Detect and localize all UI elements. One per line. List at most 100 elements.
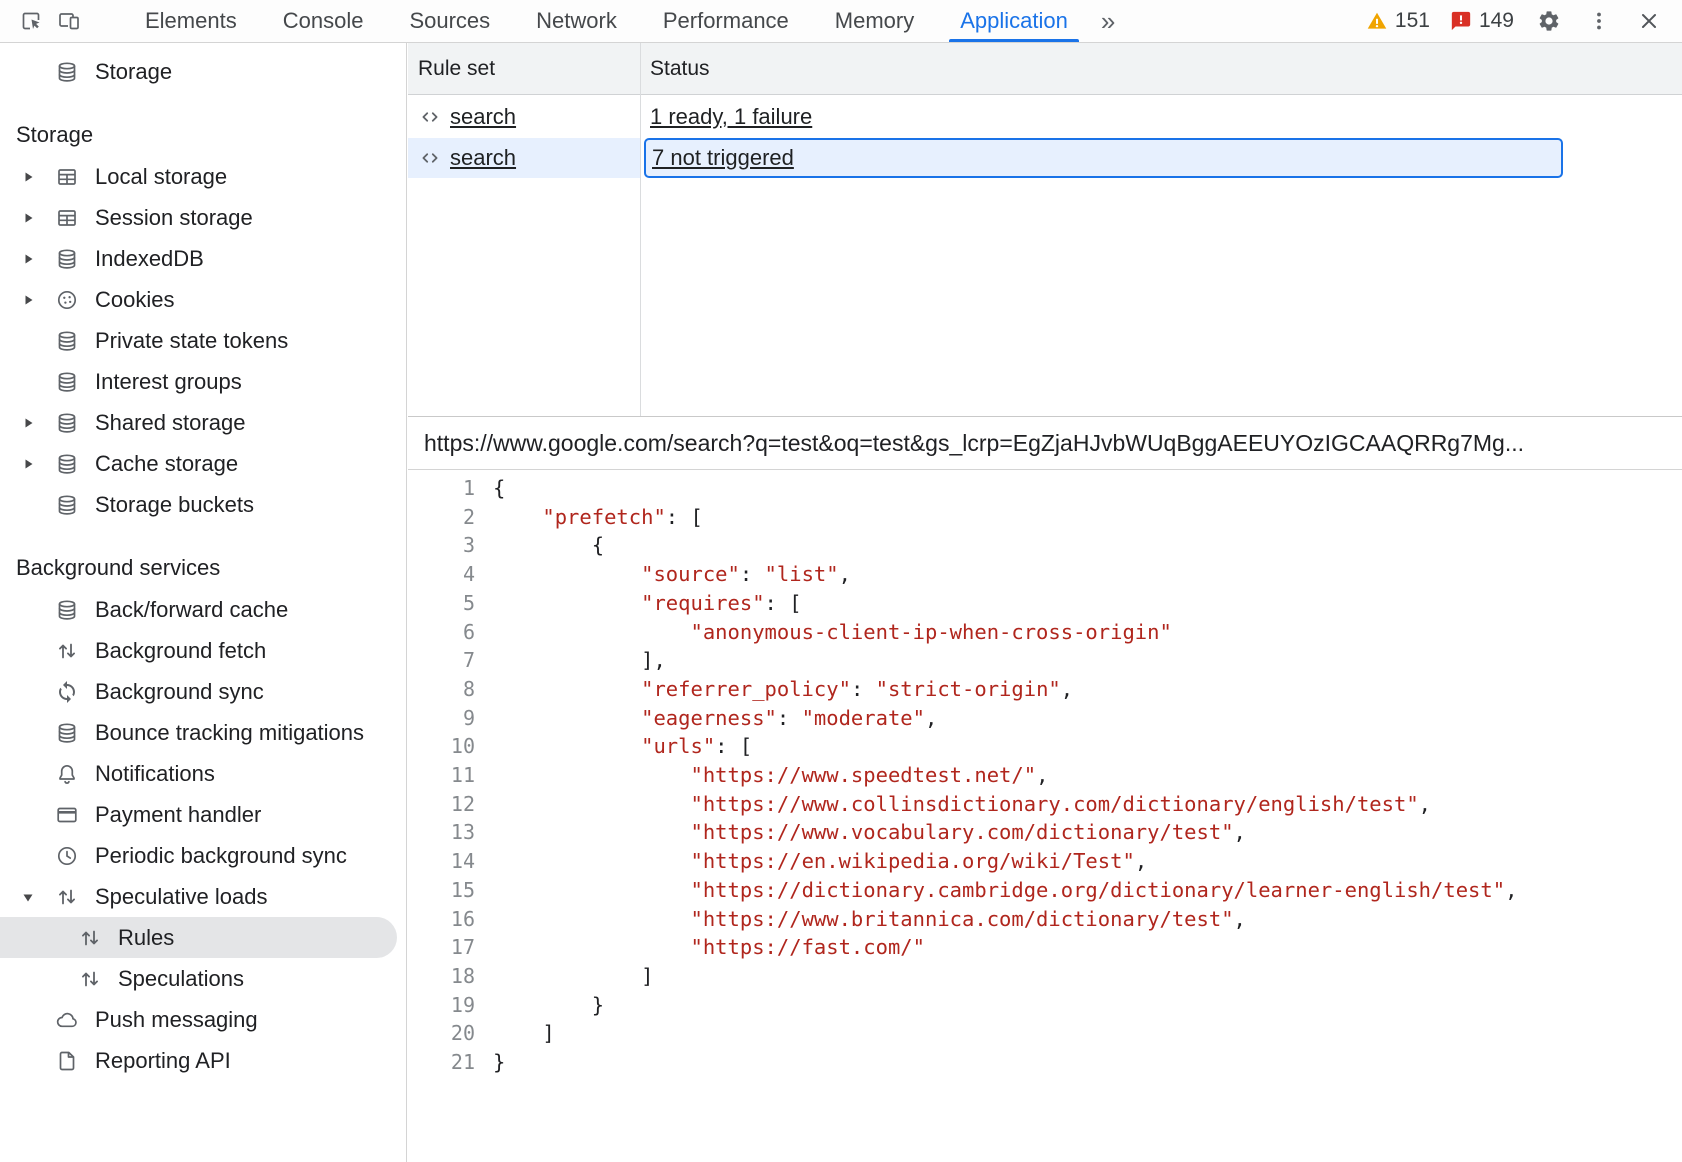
selected-status-cell[interactable]: 7 not triggered — [644, 138, 1563, 178]
table-icon — [55, 206, 79, 230]
database-icon — [55, 598, 79, 622]
code-text: "prefetch": [ — [475, 503, 703, 532]
rule-row[interactable]: search 7 not triggered — [408, 138, 1682, 178]
sidebar-item-payment-handler[interactable]: Payment handler — [0, 794, 406, 835]
sidebar-item-session-storage[interactable]: Session storage — [0, 197, 406, 238]
expander-right-icon[interactable] — [18, 290, 38, 310]
database-icon — [55, 493, 79, 517]
sidebar-item-back-forward-cache[interactable]: Back/forward cache — [0, 589, 406, 630]
sidebar-item-local-storage[interactable]: Local storage — [0, 156, 406, 197]
code-text: "https://dictionary.cambridge.org/dictio… — [475, 876, 1517, 905]
tab-elements[interactable]: Elements — [122, 0, 260, 42]
tab-performance[interactable]: Performance — [640, 0, 812, 42]
sidebar-item-label: Session storage — [95, 205, 253, 231]
column-divider[interactable] — [640, 43, 641, 416]
code-line: 2 "prefetch": [ — [408, 503, 1682, 532]
expander-right-icon[interactable] — [18, 454, 38, 474]
status-link[interactable]: 1 ready, 1 failure — [650, 104, 812, 130]
main-menu-button[interactable] — [1580, 3, 1618, 39]
gear-icon — [1537, 9, 1561, 33]
tab-memory[interactable]: Memory — [812, 0, 937, 42]
tab-network[interactable]: Network — [513, 0, 640, 42]
expander-spacer — [18, 805, 38, 825]
rules-grid: Rule set Status search 1 ready, 1 failure… — [408, 43, 1682, 417]
sidebar-item-label: Bounce tracking mitigations — [95, 720, 364, 746]
rule-set-link[interactable]: search — [450, 104, 516, 130]
code-text: "eagerness": "moderate", — [475, 704, 937, 733]
rule-set-link[interactable]: search — [450, 145, 516, 171]
sidebar-item-rules[interactable]: Rules — [0, 917, 397, 958]
expander-right-icon[interactable] — [18, 249, 38, 269]
column-header-rule-set[interactable]: Rule set — [408, 43, 641, 94]
sidebar-item-cookies[interactable]: Cookies — [0, 279, 406, 320]
sidebar-item-notifications[interactable]: Notifications — [0, 753, 406, 794]
sidebar-item-storage-buckets[interactable]: Storage buckets — [0, 484, 406, 525]
sidebar-item-background-sync[interactable]: Background sync — [0, 671, 406, 712]
expander-spacer — [18, 764, 38, 784]
code-line: 17 "https://fast.com/" — [408, 933, 1682, 962]
sidebar-item-shared-storage[interactable]: Shared storage — [0, 402, 406, 443]
tab-application[interactable]: Application — [937, 0, 1091, 42]
sidebar-item-speculations[interactable]: Speculations — [0, 958, 406, 999]
line-number: 17 — [408, 933, 475, 962]
close-devtools-button[interactable] — [1630, 3, 1668, 39]
expander-spacer — [18, 495, 38, 515]
column-header-status[interactable]: Status — [641, 43, 1682, 94]
code-line: 20 ] — [408, 1019, 1682, 1048]
status-link[interactable]: 7 not triggered — [652, 145, 794, 171]
code-text: "source": "list", — [475, 560, 851, 589]
code-text: "https://www.vocabulary.com/dictionary/t… — [475, 818, 1246, 847]
device-toolbar-button[interactable] — [50, 3, 88, 39]
sidebar-item-label: Storage — [95, 59, 172, 85]
code-line: 21} — [408, 1048, 1682, 1077]
sidebar-item-background-fetch[interactable]: Background fetch — [0, 630, 406, 671]
sidebar-item-indexeddb[interactable]: IndexedDB — [0, 238, 406, 279]
line-number: 20 — [408, 1019, 475, 1048]
sidebar-item-push-messaging[interactable]: Push messaging — [0, 999, 406, 1040]
sidebar-item-reporting-api[interactable]: Reporting API — [0, 1040, 406, 1081]
warnings-counter[interactable]: 151 — [1362, 7, 1434, 35]
expander-right-icon[interactable] — [18, 167, 38, 187]
code-editor[interactable]: 1{2 "prefetch": [3 {4 "source": "list",5… — [408, 470, 1682, 1162]
sidebar-item-bounce-tracking-mitigations[interactable]: Bounce tracking mitigations — [0, 712, 406, 753]
settings-button[interactable] — [1530, 3, 1568, 39]
expander-down-icon[interactable] — [18, 887, 38, 907]
code-text: "urls": [ — [475, 732, 752, 761]
updown-arrows-icon — [78, 967, 102, 991]
error-count: 149 — [1479, 9, 1514, 33]
sidebar-item-label: Shared storage — [95, 410, 245, 436]
code-line: 5 "requires": [ — [408, 589, 1682, 618]
sidebar-item-speculative-loads[interactable]: Speculative loads — [0, 876, 406, 917]
code-text: "referrer_policy": "strict-origin", — [475, 675, 1073, 704]
sidebar-item-label: Cookies — [95, 287, 174, 313]
line-number: 8 — [408, 675, 475, 704]
code-text: "https://www.speedtest.net/", — [475, 761, 1048, 790]
sync-icon — [55, 680, 79, 704]
sidebar-item-cache-storage[interactable]: Cache storage — [0, 443, 406, 484]
rule-row[interactable]: search 1 ready, 1 failure — [408, 95, 1682, 138]
line-number: 18 — [408, 962, 475, 991]
devtools-toolbar: ElementsConsoleSourcesNetworkPerformance… — [0, 0, 1682, 43]
errors-counter[interactable]: 149 — [1446, 7, 1518, 35]
sidebar-item-interest-groups[interactable]: Interest groups — [0, 361, 406, 402]
code-text: "https://www.britannica.com/dictionary/t… — [475, 905, 1246, 934]
sidebar-tree: StorageStorageLocal storageSession stora… — [0, 51, 406, 1081]
sidebar-item-storage[interactable]: Storage — [0, 51, 406, 92]
tab-console[interactable]: Console — [260, 0, 387, 42]
code-line: 11 "https://www.speedtest.net/", — [408, 761, 1682, 790]
rule-set-icon — [418, 146, 442, 170]
expander-spacer — [18, 600, 38, 620]
sidebar-item-label: Background sync — [95, 679, 264, 705]
expander-right-icon[interactable] — [18, 413, 38, 433]
expander-right-icon[interactable] — [18, 208, 38, 228]
sidebar-item-periodic-background-sync[interactable]: Periodic background sync — [0, 835, 406, 876]
inspect-element-button[interactable] — [12, 3, 50, 39]
tab-sources[interactable]: Sources — [386, 0, 513, 42]
sidebar-item-private-state-tokens[interactable]: Private state tokens — [0, 320, 406, 361]
more-tabs-button[interactable]: » — [1091, 6, 1125, 37]
database-icon — [55, 411, 79, 435]
line-number: 12 — [408, 790, 475, 819]
expander-spacer — [18, 372, 38, 392]
line-number: 13 — [408, 818, 475, 847]
rules-grid-body: search 1 ready, 1 failure search 7 not trig… — [408, 95, 1682, 178]
